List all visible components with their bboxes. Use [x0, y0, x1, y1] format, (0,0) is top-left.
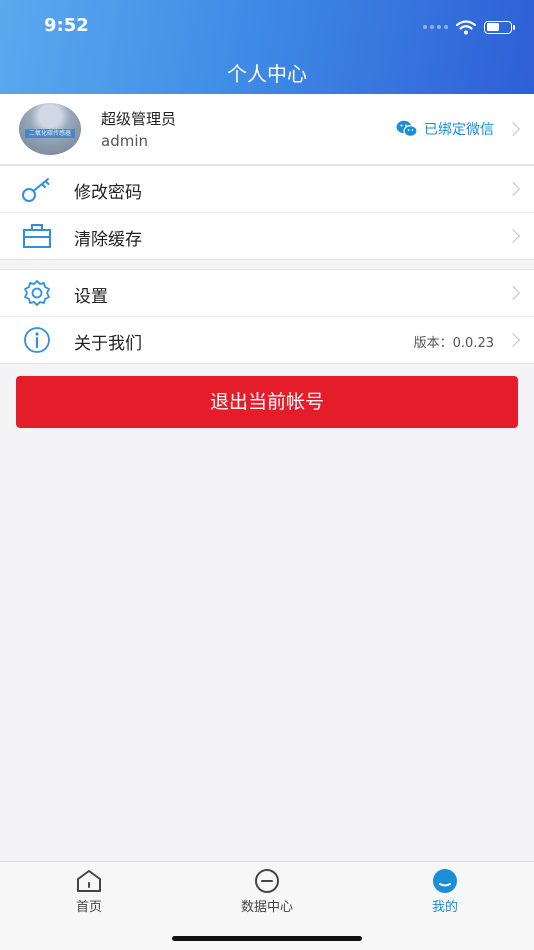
profile-username: admin — [101, 132, 148, 150]
wechat-status: 已绑定微信 — [424, 122, 494, 138]
chevron-right-icon — [505, 121, 521, 137]
briefcase-icon — [23, 224, 51, 248]
profile-card[interactable]: 二氧化碳传感器 超级管理员 admin 已绑定微信 — [0, 94, 534, 165]
tab-label: 我的 — [431, 900, 458, 915]
menu-group-account: 修改密码 清除缓存 — [0, 165, 534, 260]
status-time: 9:52 — [44, 15, 89, 36]
menu-item-clear-cache[interactable]: 清除缓存 — [0, 212, 534, 259]
avatar: 二氧化碳传感器 — [19, 103, 81, 155]
tab-label: 数据中心 — [240, 900, 293, 915]
header-bar: 9:52 个人中心 — [0, 0, 534, 94]
page-title: 个人中心 — [227, 62, 307, 86]
status-icons — [423, 16, 515, 38]
avatar-caption: 二氧化碳传感器 — [25, 129, 75, 138]
tab-home[interactable]: 首页 — [29, 868, 149, 915]
chevron-right-icon — [505, 285, 521, 301]
menu-label: 关于我们 — [74, 334, 142, 354]
menu-item-settings[interactable]: 设置 — [0, 270, 534, 316]
wechat-binding[interactable]: 已绑定微信 — [396, 119, 494, 139]
tab-data-center[interactable]: 数据中心 — [207, 868, 327, 915]
chevron-right-icon — [505, 228, 521, 244]
menu-label: 设置 — [74, 287, 108, 307]
minus-circle-icon — [255, 869, 279, 893]
profile-name: 超级管理员 — [101, 110, 177, 128]
menu-group-app: 设置 关于我们 版本：0.0.23 — [0, 269, 534, 364]
tab-mine[interactable]: 我的 — [385, 868, 505, 915]
version-text: 版本：0.0.23 — [413, 336, 494, 351]
chevron-right-icon — [505, 181, 521, 197]
user-face-icon — [433, 869, 457, 893]
key-icon — [22, 178, 50, 202]
menu-item-about-us[interactable]: 关于我们 版本：0.0.23 — [0, 316, 534, 363]
tab-label: 首页 — [75, 900, 102, 915]
menu-item-change-password[interactable]: 修改密码 — [0, 166, 534, 212]
logout-button[interactable]: 退出当前帐号 — [16, 376, 518, 428]
gear-icon — [24, 280, 50, 306]
cellular-signal-icon — [423, 25, 448, 29]
menu-label: 修改密码 — [74, 183, 142, 203]
home-indicator — [172, 936, 362, 941]
battery-level — [486, 23, 499, 31]
chevron-right-icon — [505, 332, 521, 348]
menu-label: 清除缓存 — [74, 230, 142, 250]
info-icon — [24, 327, 50, 353]
wifi-icon — [456, 19, 476, 34]
home-icon — [77, 870, 101, 892]
battery-icon — [484, 20, 515, 34]
wechat-icon — [396, 120, 418, 138]
